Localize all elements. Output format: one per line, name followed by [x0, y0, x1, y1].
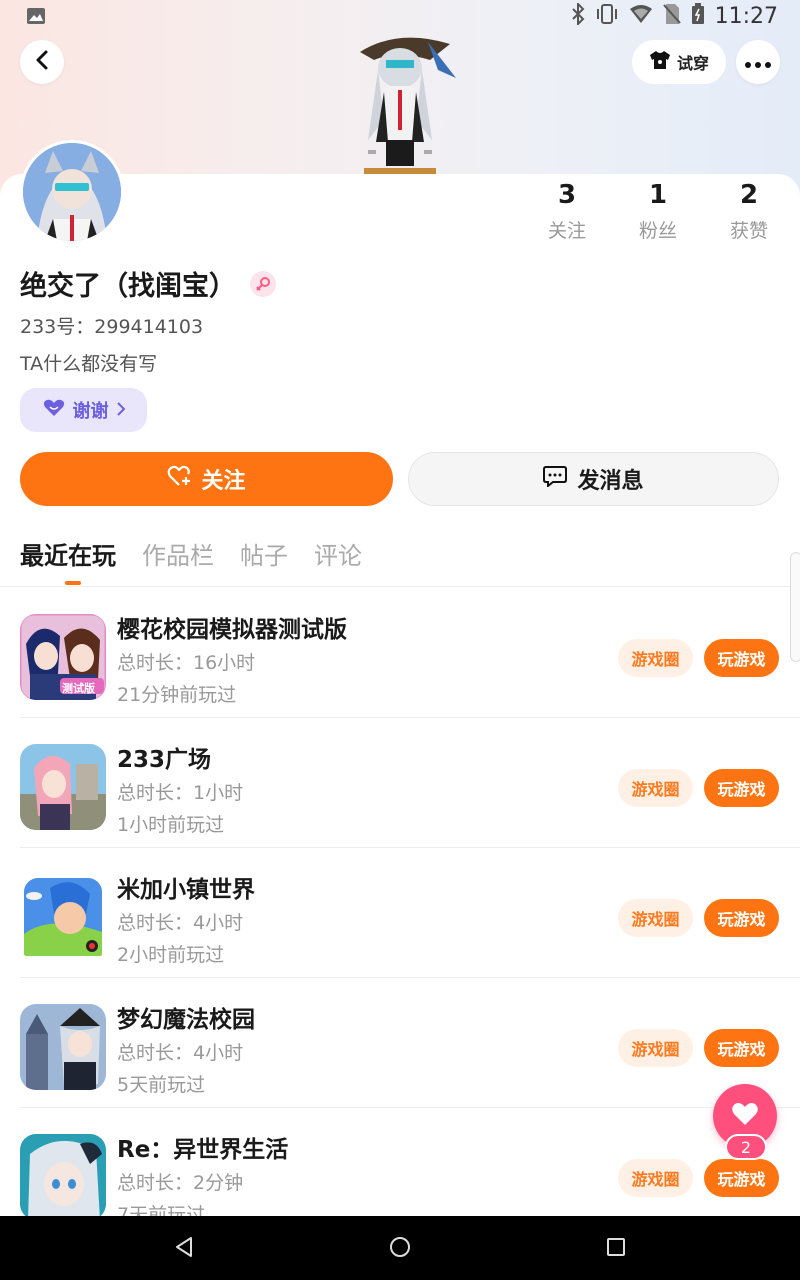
play-game-button[interactable]: 玩游戏 — [704, 899, 779, 937]
tshirt-icon — [649, 50, 671, 74]
battery-icon — [691, 3, 705, 29]
follow-button[interactable]: 关注 — [20, 452, 393, 506]
tab-comments[interactable]: 评论 — [314, 536, 362, 576]
game-duration: 总时长：2分钟 — [117, 1172, 244, 1194]
active-tab-indicator — [65, 581, 81, 585]
chevron-left-icon — [35, 49, 49, 75]
game-icon — [20, 1004, 106, 1090]
followers-stat[interactable]: 1 粉丝 — [618, 180, 698, 243]
chat-bubble-icon — [543, 465, 568, 493]
list-item[interactable]: 梦幻魔法校园 总时长：4小时 5天前玩过 游戏圈 玩游戏 — [0, 978, 800, 1108]
game-circle-button[interactable]: 游戏圈 — [618, 639, 693, 677]
tab-works[interactable]: 作品栏 — [142, 536, 214, 576]
try-on-label: 试穿 — [676, 54, 709, 73]
profile-tabs: 最近在玩 作品栏 帖子 评论 — [20, 536, 362, 576]
message-label: 发消息 — [577, 469, 644, 494]
play-game-button[interactable]: 玩游戏 — [704, 1159, 779, 1197]
game-last-played: 5天前玩过 — [117, 1074, 206, 1096]
game-last-played: 21分钟前玩过 — [117, 684, 237, 706]
game-icon: 测试版 — [20, 614, 106, 700]
circle-home-icon — [388, 1235, 412, 1263]
game-circle-button[interactable]: 游戏圈 — [618, 769, 693, 807]
list-item[interactable]: 233广场 总时长：1小时 1小时前玩过 游戏圈 玩游戏 — [0, 718, 800, 848]
game-circle-button[interactable]: 游戏圈 — [618, 1159, 693, 1197]
triangle-back-icon — [173, 1236, 195, 1262]
game-name: 樱花校园模拟器测试版 — [117, 617, 347, 643]
square-recents-icon — [605, 1236, 627, 1262]
gallery-notification-icon — [26, 7, 46, 29]
game-name: Re：异世界生活 — [117, 1137, 289, 1163]
list-item[interactable]: Re：异世界生活 总时长：2分钟 7天前玩过 游戏圈 玩游戏 — [0, 1108, 800, 1216]
following-count: 3 — [557, 180, 577, 210]
game-icon — [20, 1134, 106, 1216]
game-duration: 总时长：4小时 — [117, 1042, 244, 1064]
play-game-button[interactable]: 玩游戏 — [704, 1029, 779, 1067]
game-icon — [20, 874, 106, 960]
likes-count: 2 — [739, 180, 759, 210]
back-button[interactable] — [20, 40, 64, 84]
thanks-label: 谢谢 — [72, 401, 109, 422]
no-sim-icon — [662, 3, 681, 29]
game-circle-button[interactable]: 游戏圈 — [618, 899, 693, 937]
list-item[interactable]: 测试版 樱花校园模拟器测试版 总时长：16小时 21分钟前玩过 游戏圈 玩游戏 — [0, 588, 800, 718]
user-bio: TA什么都没有写 — [20, 353, 158, 375]
try-on-button[interactable]: 试穿 — [632, 40, 726, 84]
nav-recents-button[interactable] — [603, 1236, 629, 1262]
game-last-played: 1小时前玩过 — [117, 814, 225, 836]
nickname: 绝交了（找闺宝） — [20, 271, 236, 302]
user-id: 233号：299414103 — [20, 316, 204, 338]
system-navigation-bar — [0, 1216, 800, 1280]
play-game-button[interactable]: 玩游戏 — [704, 769, 779, 807]
follow-label: 关注 — [201, 469, 246, 494]
followers-label: 粉丝 — [638, 220, 677, 242]
thanks-button[interactable]: 谢谢 — [20, 388, 147, 432]
female-gender-icon — [250, 270, 276, 297]
list-item[interactable]: 米加小镇世界 总时长：4小时 2小时前玩过 游戏圈 玩游戏 — [0, 848, 800, 978]
game-last-played: 7天前玩过 — [117, 1204, 206, 1216]
vibrate-icon — [595, 3, 619, 29]
more-options-button[interactable] — [736, 40, 780, 84]
game-duration: 总时长：16小时 — [117, 652, 256, 674]
chevron-right-icon — [116, 400, 125, 421]
following-label: 关注 — [547, 220, 586, 242]
game-icon — [20, 744, 106, 830]
bluetooth-icon — [571, 1, 585, 29]
game-circle-button[interactable]: 游戏圈 — [618, 1029, 693, 1067]
game-name: 米加小镇世界 — [117, 877, 255, 903]
game-duration: 总时长：1小时 — [117, 782, 244, 804]
tab-recently-played[interactable]: 最近在玩 — [20, 536, 116, 576]
nav-home-button[interactable] — [387, 1236, 413, 1262]
game-duration: 总时长：4小时 — [117, 912, 244, 934]
wifi-icon — [629, 4, 653, 28]
send-message-button[interactable]: 发消息 — [408, 452, 779, 506]
game-last-played: 2小时前玩过 — [117, 944, 225, 966]
avatar-3d-figure — [338, 30, 462, 175]
heart-icon — [43, 399, 65, 422]
game-name: 梦幻魔法校园 — [117, 1007, 255, 1033]
play-game-button[interactable]: 玩游戏 — [704, 639, 779, 677]
tab-posts[interactable]: 帖子 — [240, 536, 288, 576]
heart-icon — [731, 1102, 759, 1130]
likes-label: 获赞 — [729, 220, 768, 242]
nav-back-button[interactable] — [171, 1236, 197, 1262]
likes-stat[interactable]: 2 获赞 — [709, 180, 789, 243]
tabs-divider — [0, 586, 800, 587]
like-count-badge: 2 — [725, 1134, 767, 1160]
status-bar: 11:27 — [0, 0, 800, 32]
nickname-row: 绝交了（找闺宝） — [20, 264, 276, 303]
followers-count: 1 — [648, 180, 668, 210]
following-stat[interactable]: 3 关注 — [527, 180, 607, 243]
more-dots-icon — [745, 53, 771, 72]
avatar[interactable] — [20, 140, 124, 244]
game-name: 233广场 — [117, 747, 212, 773]
test-version-badge: 测试版 — [62, 682, 95, 695]
clock: 11:27 — [714, 3, 778, 29]
profile-stats: 3 关注 1 粉丝 2 获赞 — [520, 180, 800, 244]
recently-played-list: 测试版 樱花校园模拟器测试版 总时长：16小时 21分钟前玩过 游戏圈 玩游戏 … — [0, 588, 800, 1216]
heart-plus-icon — [167, 465, 191, 493]
